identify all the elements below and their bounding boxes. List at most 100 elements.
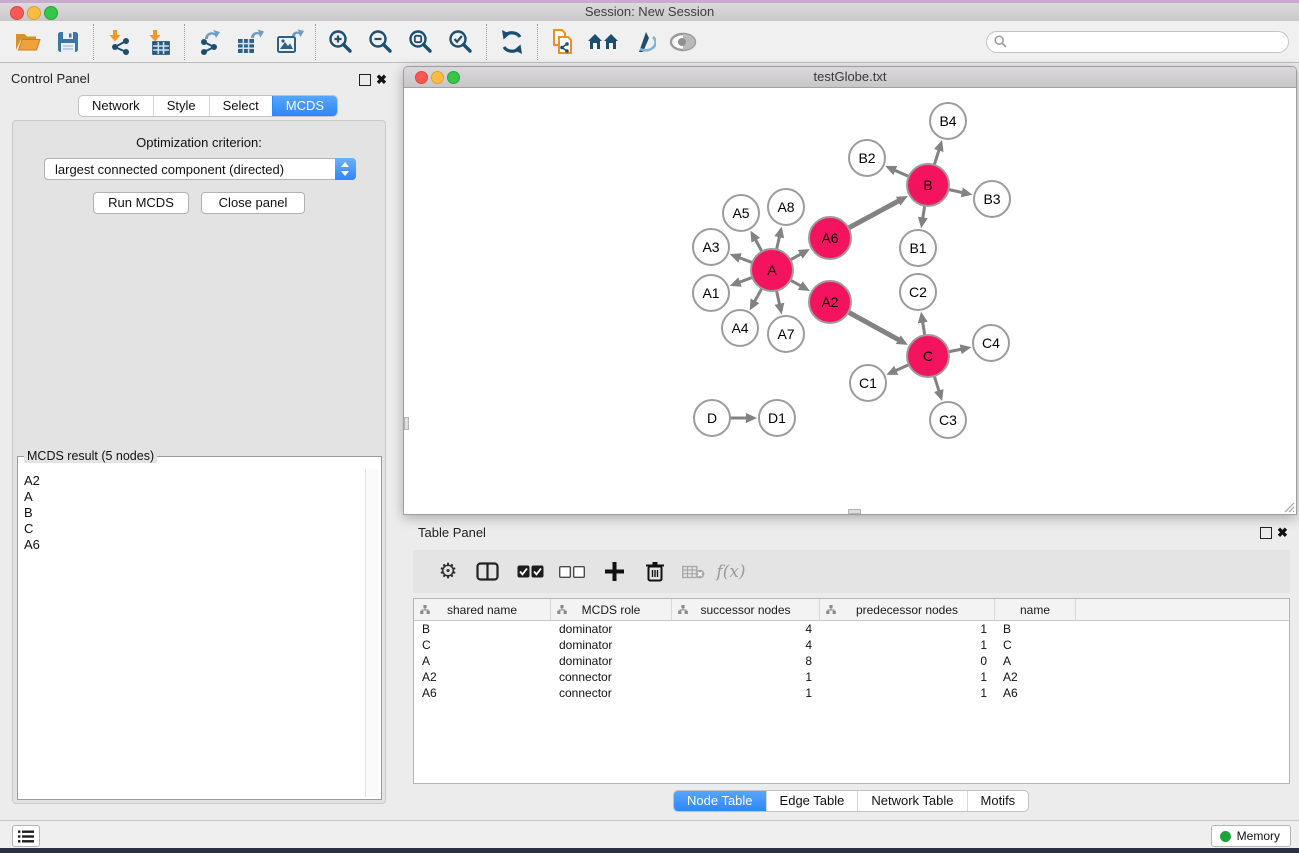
column-header-name[interactable]: name xyxy=(995,599,1076,620)
search-box[interactable] xyxy=(986,31,1289,53)
function-builder-button[interactable]: f(x) xyxy=(711,557,751,587)
result-scrollbar[interactable] xyxy=(365,469,379,797)
network-window-titlebar[interactable]: testGlobe.txt xyxy=(404,67,1296,88)
bottom-splitter-handle[interactable] xyxy=(848,509,861,514)
resize-grip-icon[interactable] xyxy=(1283,501,1295,513)
control-panel-float-button[interactable] xyxy=(359,74,371,86)
export-image-button[interactable] xyxy=(270,23,310,61)
close-window-button[interactable] xyxy=(10,6,24,20)
node-A1[interactable]: A1 xyxy=(693,275,729,311)
control-panel-close-button[interactable]: ✖ xyxy=(376,74,387,86)
style-preview-button[interactable] xyxy=(623,23,663,61)
column-header-shared-name[interactable]: shared name xyxy=(414,599,551,620)
zoom-fit-button[interactable] xyxy=(401,23,441,61)
column-header-successor-nodes[interactable]: successor nodes xyxy=(672,599,820,620)
node-A7[interactable]: A7 xyxy=(768,316,804,352)
table-cell[interactable]: C xyxy=(414,637,551,653)
select-all-columns-button[interactable] xyxy=(509,557,551,587)
table-cell[interactable]: A xyxy=(414,653,551,669)
import-network-button[interactable] xyxy=(99,23,139,61)
tab-mcds[interactable]: MCDS xyxy=(272,96,337,116)
table-cell[interactable]: 1 xyxy=(672,685,820,701)
tab-network-table[interactable]: Network Table xyxy=(857,791,966,811)
zoom-out-button[interactable] xyxy=(361,23,401,61)
node-C4[interactable]: C4 xyxy=(973,325,1009,361)
table-cell[interactable]: B xyxy=(414,621,551,637)
node-D1[interactable]: D1 xyxy=(759,400,795,436)
minimize-window-button[interactable] xyxy=(27,6,41,20)
close-panel-button[interactable]: Close panel xyxy=(201,192,305,214)
table-row[interactable]: A2connector11A2 xyxy=(414,669,1289,685)
mcds-result-list[interactable]: A2ABCA6 xyxy=(18,467,365,799)
tab-motifs[interactable]: Motifs xyxy=(967,791,1029,811)
table-cell[interactable]: dominator xyxy=(551,653,672,669)
node-C1[interactable]: C1 xyxy=(850,365,886,401)
clone-network-button[interactable] xyxy=(543,23,583,61)
result-item[interactable]: C xyxy=(24,521,365,537)
table-cell[interactable]: A2 xyxy=(995,669,1076,685)
column-header-MCDS-role[interactable]: MCDS role xyxy=(551,599,672,620)
table-cell[interactable]: 1 xyxy=(820,637,995,653)
criterion-select[interactable]: largest connected component (directed) xyxy=(44,158,356,180)
zoom-window-button[interactable] xyxy=(44,6,58,20)
left-splitter-handle[interactable] xyxy=(404,417,409,430)
zoom-selected-button[interactable] xyxy=(441,23,481,61)
node-A3[interactable]: A3 xyxy=(693,229,729,265)
search-input[interactable] xyxy=(1011,34,1288,50)
table-cell[interactable]: A6 xyxy=(995,685,1076,701)
result-item[interactable]: A6 xyxy=(24,537,365,553)
table-cell[interactable]: 1 xyxy=(820,685,995,701)
node-A5[interactable]: A5 xyxy=(723,195,759,231)
table-cell[interactable]: A xyxy=(995,653,1076,669)
table-cell[interactable]: 1 xyxy=(820,621,995,637)
export-network-button[interactable] xyxy=(190,23,230,61)
table-cell[interactable]: 1 xyxy=(672,669,820,685)
node-C[interactable]: C xyxy=(907,335,949,377)
node-A[interactable]: A xyxy=(751,249,793,291)
node-D[interactable]: D xyxy=(694,400,730,436)
node-C3[interactable]: C3 xyxy=(930,402,966,438)
table-cell[interactable]: 1 xyxy=(820,669,995,685)
save-session-button[interactable] xyxy=(48,23,88,61)
table-cell[interactable]: 0 xyxy=(820,653,995,669)
session-titlebar[interactable]: Session: New Session xyxy=(0,3,1299,21)
node-A4[interactable]: A4 xyxy=(722,310,758,346)
table-row[interactable]: A6connector11A6 xyxy=(414,685,1289,701)
network-canvas[interactable]: AA1A2A3A4A5A6A7A8BB1B2B3B4CC1C2C3C4DD1 xyxy=(404,88,1296,514)
table-row[interactable]: Bdominator41B xyxy=(414,621,1289,637)
table-cell[interactable]: 8 xyxy=(672,653,820,669)
network-zoom-button[interactable] xyxy=(447,71,460,84)
show-columns-button[interactable] xyxy=(465,557,509,587)
node-B[interactable]: B xyxy=(907,164,949,206)
network-graph[interactable]: AA1A2A3A4A5A6A7A8BB1B2B3B4CC1C2C3C4DD1 xyxy=(404,88,1296,514)
column-header-predecessor-nodes[interactable]: predecessor nodes xyxy=(820,599,995,620)
table-panel-float-button[interactable] xyxy=(1260,527,1272,539)
unselect-all-columns-button[interactable] xyxy=(551,557,593,587)
table-cell[interactable]: connector xyxy=(551,685,672,701)
create-column-button[interactable] xyxy=(593,557,635,587)
node-A8[interactable]: A8 xyxy=(768,189,804,225)
network-close-button[interactable] xyxy=(415,71,428,84)
node-table[interactable]: shared nameMCDS rolesuccessor nodesprede… xyxy=(413,598,1290,784)
tab-style[interactable]: Style xyxy=(153,96,209,116)
table-cell[interactable]: A2 xyxy=(414,669,551,685)
table-cell[interactable]: 4 xyxy=(672,621,820,637)
node-B3[interactable]: B3 xyxy=(974,181,1010,217)
table-cell[interactable]: A6 xyxy=(414,685,551,701)
table-row[interactable]: Cdominator41C xyxy=(414,637,1289,653)
result-item[interactable]: A xyxy=(24,489,365,505)
delete-column-button[interactable] xyxy=(635,557,675,587)
table-settings-button[interactable]: ⚙ xyxy=(431,557,465,587)
node-A6[interactable]: A6 xyxy=(809,217,851,259)
import-table-button[interactable] xyxy=(139,23,179,61)
task-history-button[interactable] xyxy=(12,825,40,847)
export-table-button[interactable] xyxy=(230,23,270,61)
table-panel-close-button[interactable]: ✖ xyxy=(1277,527,1288,539)
table-cell[interactable]: B xyxy=(995,621,1076,637)
table-cell[interactable]: connector xyxy=(551,669,672,685)
result-item[interactable]: B xyxy=(24,505,365,521)
table-cell[interactable]: 4 xyxy=(672,637,820,653)
tab-edge-table[interactable]: Edge Table xyxy=(766,791,858,811)
node-B2[interactable]: B2 xyxy=(849,140,885,176)
tab-select[interactable]: Select xyxy=(209,96,272,116)
